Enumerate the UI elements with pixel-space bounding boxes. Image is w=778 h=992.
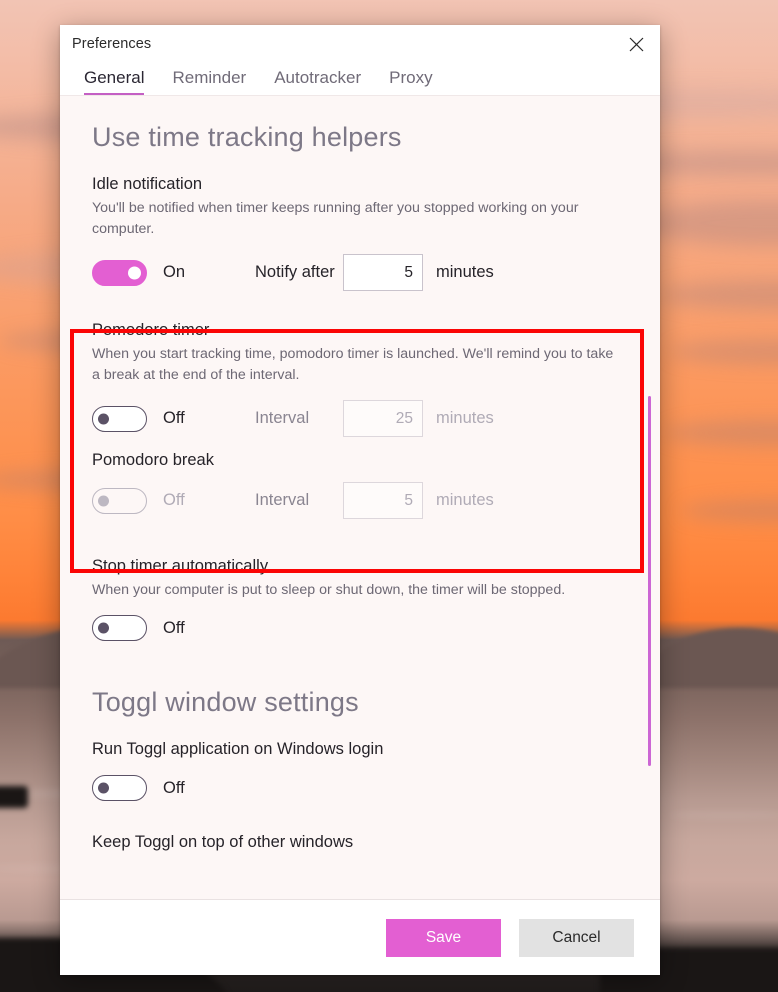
toggle-thumb-icon: [98, 782, 109, 794]
pomodoro-timer-controls: Off Interval minutes: [92, 400, 626, 438]
pomodoro-timer-title: Pomodoro timer: [92, 321, 210, 340]
pomodoro-timer-interval-label: Interval: [255, 409, 310, 428]
run-on-login-toggle-label: Off: [163, 778, 185, 797]
cloud-streak: [640, 200, 778, 246]
tab-general[interactable]: General: [84, 69, 158, 95]
pomodoro-timer-toggle-label: Off: [163, 409, 185, 428]
idle-notification-title: Idle notification: [92, 175, 203, 193]
toggle-thumb-icon: [98, 622, 109, 634]
stop-timer-title: Stop timer automatically: [92, 557, 269, 576]
pomodoro-break-interval-label: Interval: [255, 491, 310, 510]
toggle-thumb-icon: [128, 266, 141, 280]
pomodoro-break-controls: Off Interval minutes: [92, 482, 626, 520]
pomodoro-timer-description: When you start tracking time, pomodoro t…: [92, 346, 614, 384]
close-button[interactable]: [614, 27, 658, 61]
cloud-streak: [680, 500, 778, 522]
idle-notify-after-input[interactable]: [343, 254, 423, 292]
idle-notification-controls: On Notify after minutes: [92, 254, 626, 292]
tab-autotracker[interactable]: Autotracker: [260, 69, 375, 95]
pomodoro-timer-toggle[interactable]: [92, 405, 147, 432]
idle-notification-description: You'll be notified when timer keeps runn…: [92, 200, 579, 238]
cancel-button[interactable]: Cancel: [519, 918, 634, 957]
water-reflection: [668, 812, 778, 818]
section-heading-helpers: Use time tracking helpers: [92, 122, 402, 152]
keep-on-top-title: Keep Toggl on top of other windows: [92, 833, 354, 852]
cloud-streak: [670, 340, 778, 364]
dialog-footer: Save Cancel: [60, 899, 660, 975]
cloud-streak: [665, 420, 778, 446]
preferences-dialog: Preferences General Reminder Autotracker…: [60, 25, 660, 975]
toggle-thumb-icon: [98, 413, 109, 425]
run-on-login-toggle[interactable]: [92, 775, 147, 802]
close-icon: [629, 37, 643, 51]
pomodoro-timer-interval-unit: minutes: [436, 409, 494, 428]
tab-proxy[interactable]: Proxy: [375, 69, 446, 95]
pier-post-silhouette: [0, 786, 28, 808]
stop-timer-description: When your computer is put to sleep or sh…: [92, 582, 566, 599]
pomodoro-break-toggle-label: Off: [163, 491, 185, 510]
pomodoro-break-title: Pomodoro break: [92, 451, 214, 470]
dialog-title: Preferences: [72, 36, 152, 52]
pomodoro-break-interval-input[interactable]: [343, 482, 423, 520]
idle-notification-toggle[interactable]: [92, 259, 147, 286]
idle-notify-after-label: Notify after: [255, 263, 335, 282]
scrollbar-thumb[interactable]: [648, 396, 651, 766]
settings-content: Use time tracking helpers Idle notificat…: [60, 95, 660, 899]
tab-reminder[interactable]: Reminder: [158, 69, 260, 95]
section-heading-window-settings: Toggl window settings: [92, 687, 359, 718]
cloud-streak: [660, 280, 778, 310]
dialog-titlebar: Preferences General Reminder Autotracker…: [60, 25, 660, 95]
pomodoro-break-interval-unit: minutes: [436, 491, 494, 510]
tab-bar: General Reminder Autotracker Proxy: [84, 69, 447, 95]
pomodoro-timer-interval-input[interactable]: [343, 400, 423, 438]
run-on-login-title: Run Toggl application on Windows login: [92, 740, 384, 759]
save-button[interactable]: Save: [386, 918, 501, 957]
mountain-silhouette: [640, 628, 778, 688]
stop-timer-controls: Off: [92, 615, 626, 642]
stop-timer-toggle[interactable]: [92, 615, 147, 642]
toggle-thumb-icon: [98, 495, 109, 507]
idle-notification-toggle-label: On: [163, 263, 186, 282]
stop-timer-toggle-label: Off: [163, 618, 185, 637]
pomodoro-break-toggle[interactable]: [92, 487, 147, 514]
run-on-login-controls: Off: [92, 775, 626, 802]
idle-notify-after-unit: minutes: [436, 263, 494, 282]
